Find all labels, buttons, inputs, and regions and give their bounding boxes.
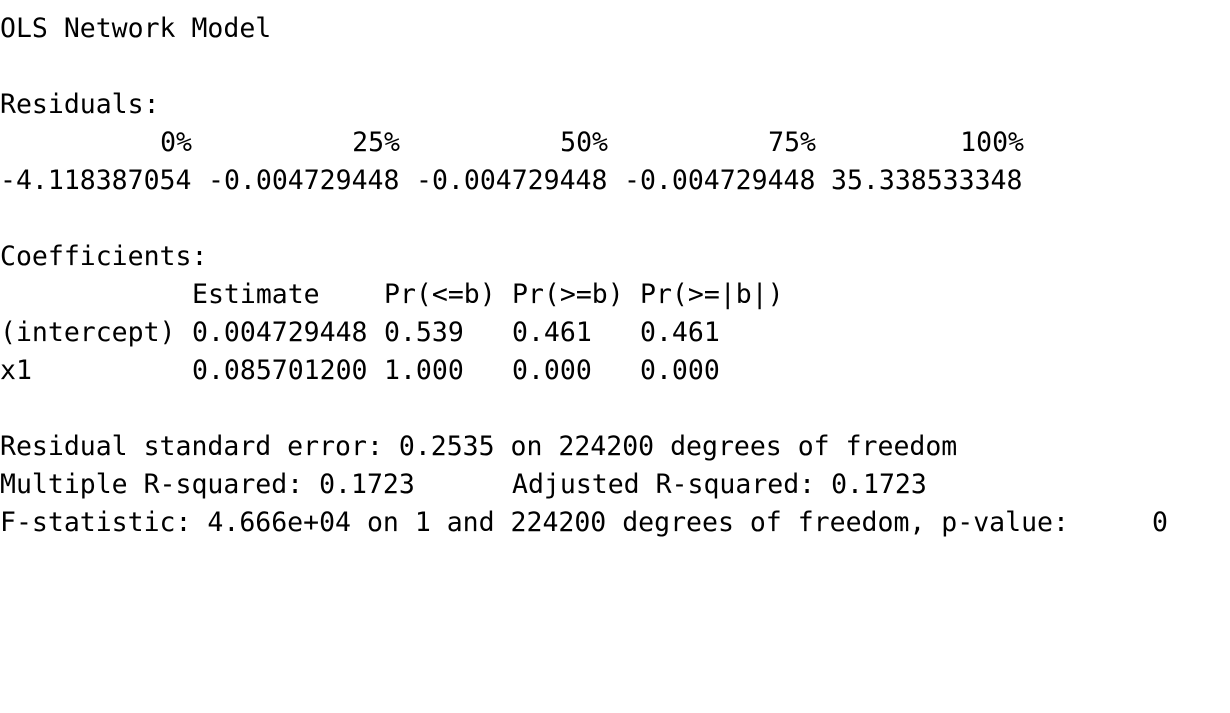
coefficients-label: Coefficients: [0, 241, 208, 272]
residual-value-0: -4.118387054 [0, 165, 192, 196]
coef-pr-le: 0.539 [384, 317, 464, 348]
rse-line: Residual standard error: 0.2535 on 22420… [0, 428, 957, 466]
residuals-label-line: Residuals: [0, 86, 160, 124]
residual-header-50: 50% [560, 127, 608, 158]
f-statistic: F-statistic: 4.666e+04 on 1 and 224200 d… [0, 507, 1069, 538]
coef-pr-ge: 0.000 [512, 355, 592, 386]
residuals-value-row: -4.118387054 -0.004729448 -0.004729448 -… [0, 162, 1230, 200]
coef-header-pr-ge: Pr(>=b) [512, 279, 624, 310]
coef-name: x1 [0, 355, 32, 386]
residual-value-100: 35.338533348 [831, 165, 1023, 196]
residual-header-0: 0% [160, 127, 192, 158]
coef-pr-ge: 0.461 [512, 317, 592, 348]
residual-header-25: 25% [352, 127, 400, 158]
p-value: 0 [1152, 507, 1168, 538]
coef-name: (intercept) [0, 317, 176, 348]
coef-pr-le: 1.000 [384, 355, 464, 386]
coefficients-header-row: Estimate Pr(<=b) Pr(>=b) Pr(>=|b|) [0, 276, 1230, 314]
coef-estimate: 0.085701200 [192, 355, 368, 386]
coef-header-pr-abs: Pr(>=|b|) [640, 279, 784, 310]
coefficients-label-line: Coefficients: [0, 238, 207, 276]
f-statistic-line: F-statistic: 4.666e+04 on 1 and 224200 d… [0, 504, 1230, 542]
table-row: x1 0.085701200 1.000 0.000 0.000 [0, 352, 1230, 390]
residual-standard-error: Residual standard error: 0.2535 on 22420… [0, 431, 958, 462]
residual-value-25: -0.004729448 [208, 165, 400, 196]
table-row: (intercept) 0.004729448 0.539 0.461 0.46… [0, 314, 1230, 352]
regression-output: OLS Network Model Residuals: 0% 25% 50% … [0, 0, 1230, 574]
multiple-r-squared: Multiple R-squared: 0.1723 [0, 469, 415, 500]
coef-pr-abs: 0.000 [640, 355, 720, 386]
r-squared-line: Multiple R-squared: 0.1723 Adjusted R-sq… [0, 466, 1230, 504]
residual-header-100: 100% [960, 127, 1024, 158]
coef-pr-abs: 0.461 [640, 317, 720, 348]
residual-value-75: -0.004729448 [624, 165, 816, 196]
coef-estimate: 0.004729448 [192, 317, 368, 348]
model-title-line: OLS Network Model [0, 10, 271, 48]
residual-header-75: 75% [768, 127, 816, 158]
model-title: OLS Network Model [0, 13, 272, 44]
adjusted-r-squared: Adjusted R-squared: 0.1723 [512, 469, 927, 500]
coef-header-pr-le: Pr(<=b) [384, 279, 496, 310]
residuals-label: Residuals: [0, 89, 160, 120]
coef-header-estimate: Estimate [192, 279, 320, 310]
residuals-header-row: 0% 25% 50% 75% 100% [0, 124, 1230, 162]
residual-value-50: -0.004729448 [416, 165, 608, 196]
